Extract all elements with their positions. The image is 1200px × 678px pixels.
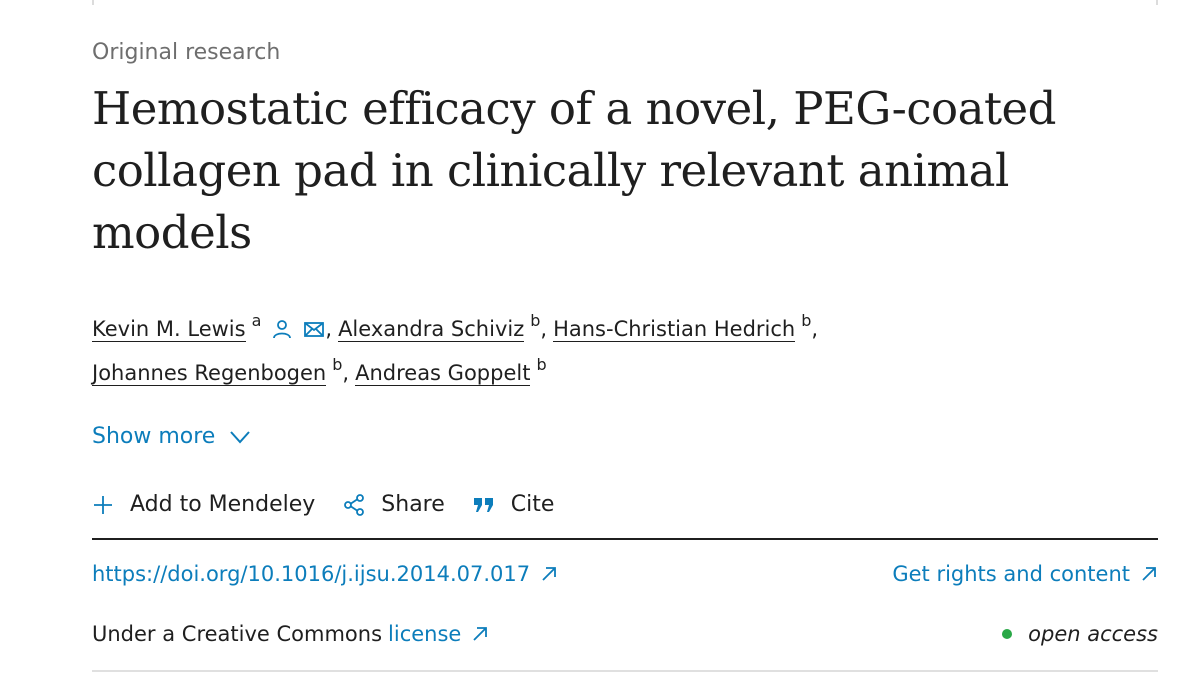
author-item: Andreas Goppelt b [355,354,547,396]
mendeley-label: Add to Mendeley [130,492,316,517]
author-link-regenbogen[interactable]: Johannes Regenbogen [92,362,327,386]
share-button[interactable]: Share [343,492,445,517]
author-link-lewis[interactable]: Kevin M. Lewis [92,318,246,342]
license-row: Under a Creative Commons license open ac… [92,622,1158,646]
external-link-icon [1142,567,1156,581]
plus-icon [94,495,112,514]
author-item: Johannes Regenbogen b [92,354,342,396]
get-rights-link[interactable]: Get rights and content [892,562,1158,586]
affiliation-marker[interactable]: a [252,300,262,342]
open-access-dot-icon [1002,629,1013,639]
license-link[interactable]: license [388,622,489,646]
rights-text: Get rights and content [892,562,1130,586]
add-to-mendeley-button[interactable]: Add to Mendeley [92,492,315,517]
quote-icon [473,497,493,512]
article-type: Original research [92,40,281,65]
affiliation-marker[interactable]: b [530,300,540,342]
article-actions: Add to Mendeley Share Cite [92,492,582,517]
person-icon[interactable] [271,311,293,339]
author-link-hedrich[interactable]: Hans-Christian Hedrich [553,318,796,342]
license-link-text: license [388,622,462,646]
show-more-label: Show more [92,424,216,449]
author-separator: , [342,361,350,385]
external-link-icon [542,567,557,581]
author-item: Alexandra Schiviz b [338,310,540,352]
cite-label: Cite [510,492,555,517]
envelope-icon[interactable] [303,311,325,337]
top-frame [92,0,1158,5]
bottom-divider [92,670,1158,672]
share-label: Share [381,492,445,517]
open-access-label: open access [1028,622,1158,646]
author-list: Kevin M. Lewis a , Alexandra Schiviz b , [92,308,1158,396]
author-link-goppelt[interactable]: Andreas Goppelt [355,362,531,386]
chevron-down-icon [230,430,251,443]
link-row: https://doi.org/10.1016/j.ijsu.2014.07.0… [92,562,1158,586]
license-prefix: Under a Creative Commons [92,622,383,646]
author-line-2: Johannes Regenbogen b , Andreas Goppelt … [92,352,1158,396]
article-title: Hemostatic efficacy of a novel, PEG-coat… [92,82,1057,259]
affiliation-marker[interactable]: b [536,344,546,386]
cite-button[interactable]: Cite [473,492,555,517]
doi-text: https://doi.org/10.1016/j.ijsu.2014.07.0… [92,562,531,586]
author-separator: , [325,317,333,341]
author-separator: , [811,317,819,341]
show-more-button[interactable]: Show more [92,424,251,449]
author-link-schiviz[interactable]: Alexandra Schiviz [338,318,525,342]
affiliation-marker[interactable]: b [801,300,811,342]
external-link-icon [473,627,488,641]
doi-link[interactable]: https://doi.org/10.1016/j.ijsu.2014.07.0… [92,562,558,586]
share-icon [344,493,365,516]
author-line-1: Kevin M. Lewis a , Alexandra Schiviz b , [92,308,1158,352]
section-divider [92,538,1158,540]
author-item: Hans-Christian Hedrich b [553,310,811,352]
author-item: Kevin M. Lewis a [92,308,325,352]
license-info: Under a Creative Commons license [92,622,489,646]
open-access-badge: open access [1002,622,1158,646]
affiliation-marker[interactable]: b [332,344,342,386]
